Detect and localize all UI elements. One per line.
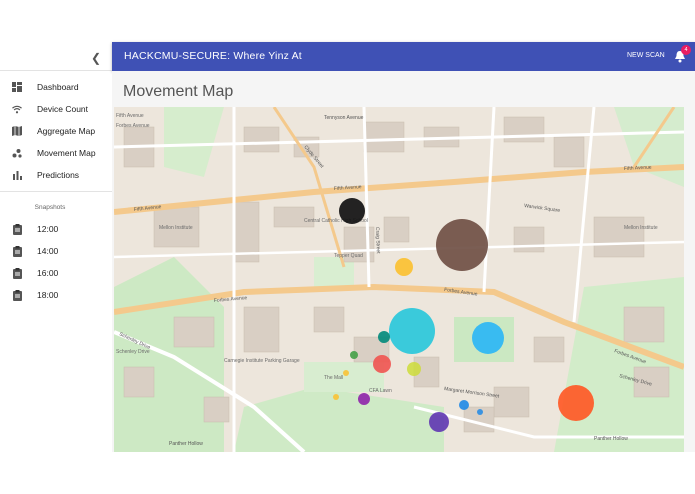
sidebar-item-label: Dashboard bbox=[37, 82, 79, 92]
sidebar-item-label: Aggregate Map bbox=[37, 126, 96, 136]
snapshot-label: 18:00 bbox=[37, 290, 59, 300]
device-cluster bbox=[389, 308, 435, 354]
device-cluster bbox=[429, 412, 449, 432]
device-cluster bbox=[436, 219, 488, 271]
snapshot-item-1800[interactable]: 18:00 bbox=[0, 284, 112, 306]
sidebar: ❮ Dashboard Device Count Aggregate Map M… bbox=[0, 42, 112, 452]
wifi-icon bbox=[12, 104, 22, 114]
sidebar-divider bbox=[0, 70, 112, 71]
notification-badge: 4 bbox=[681, 45, 691, 55]
clipboard-icon bbox=[12, 267, 22, 279]
snapshot-label: 16:00 bbox=[37, 268, 59, 278]
device-cluster bbox=[350, 351, 358, 359]
clipboard-icon bbox=[12, 245, 22, 257]
device-cluster bbox=[378, 331, 390, 343]
sidebar-item-predictions[interactable]: Predictions bbox=[0, 164, 112, 186]
device-cluster bbox=[373, 355, 391, 373]
snapshot-label: 12:00 bbox=[37, 224, 59, 234]
device-cluster bbox=[407, 362, 421, 376]
sidebar-item-label: Predictions bbox=[37, 170, 80, 180]
scatter-plot-icon bbox=[12, 148, 22, 158]
street-label: Panther Hollow bbox=[594, 436, 628, 442]
sidebar-item-aggregate-map[interactable]: Aggregate Map bbox=[0, 120, 112, 142]
main-content: Movement Map Fifth Avenue Forbes Avenue … bbox=[112, 71, 695, 452]
snapshot-item-1400[interactable]: 14:00 bbox=[0, 240, 112, 262]
device-cluster bbox=[333, 394, 339, 400]
sidebar-item-label: Movement Map bbox=[37, 148, 96, 158]
device-cluster bbox=[395, 258, 413, 276]
sidebar-item-dashboard[interactable]: Dashboard bbox=[0, 76, 112, 98]
app-bar: HACKCMU-SECURE: Where Yinz At NEW SCAN 4 bbox=[112, 42, 695, 71]
dashboard-icon bbox=[12, 82, 22, 92]
new-scan-button[interactable]: NEW SCAN bbox=[627, 52, 665, 59]
device-cluster bbox=[459, 400, 469, 410]
sidebar-item-movement-map[interactable]: Movement Map bbox=[0, 142, 112, 164]
snapshot-label: 14:00 bbox=[37, 246, 59, 256]
sidebar-item-device-count[interactable]: Device Count bbox=[0, 98, 112, 120]
device-cluster bbox=[358, 393, 370, 405]
map-icon bbox=[12, 126, 22, 136]
place-label: Fifth Avenue bbox=[116, 113, 144, 119]
place-label: Tepper Quad bbox=[334, 253, 363, 259]
place-label: The Mall bbox=[324, 375, 343, 381]
clipboard-icon bbox=[12, 289, 22, 301]
street-label: Tennyson Avenue bbox=[324, 115, 364, 121]
sidebar-item-label: Device Count bbox=[37, 104, 89, 114]
place-label: Schenley Drive bbox=[116, 349, 150, 355]
snapshots-heading: Snapshots bbox=[34, 204, 66, 211]
clipboard-icon bbox=[12, 223, 22, 235]
chevron-left-icon[interactable]: ❮ bbox=[88, 50, 104, 66]
movement-map[interactable]: Fifth Avenue Forbes Avenue Fifth Avenue … bbox=[114, 107, 684, 452]
street-label: Panther Hollow bbox=[169, 441, 203, 447]
page-title: Movement Map bbox=[123, 83, 234, 100]
snapshot-item-1200[interactable]: 12:00 bbox=[0, 218, 112, 240]
snapshot-item-1600[interactable]: 16:00 bbox=[0, 262, 112, 284]
bar-chart-icon bbox=[12, 170, 22, 180]
place-label: Forbes Avenue bbox=[116, 123, 150, 129]
device-cluster bbox=[472, 322, 504, 354]
app-title: HACKCMU-SECURE: Where Yinz At bbox=[124, 50, 302, 62]
app-window: ❮ Dashboard Device Count Aggregate Map M… bbox=[0, 0, 695, 494]
sidebar-divider bbox=[0, 191, 112, 192]
device-cluster bbox=[339, 198, 365, 224]
place-label: Mellon Institute bbox=[159, 225, 193, 231]
street-label: Craig Street bbox=[374, 227, 381, 254]
place-label: Mellon Institute bbox=[624, 225, 658, 231]
place-label: CFA Lawn bbox=[369, 388, 392, 394]
device-cluster bbox=[477, 409, 483, 415]
device-cluster bbox=[343, 370, 349, 376]
place-label: Carnegie Institute Parking Garage bbox=[224, 358, 300, 364]
device-cluster bbox=[558, 385, 594, 421]
map-canvas[interactable]: Fifth Avenue Forbes Avenue Fifth Avenue … bbox=[114, 107, 684, 452]
